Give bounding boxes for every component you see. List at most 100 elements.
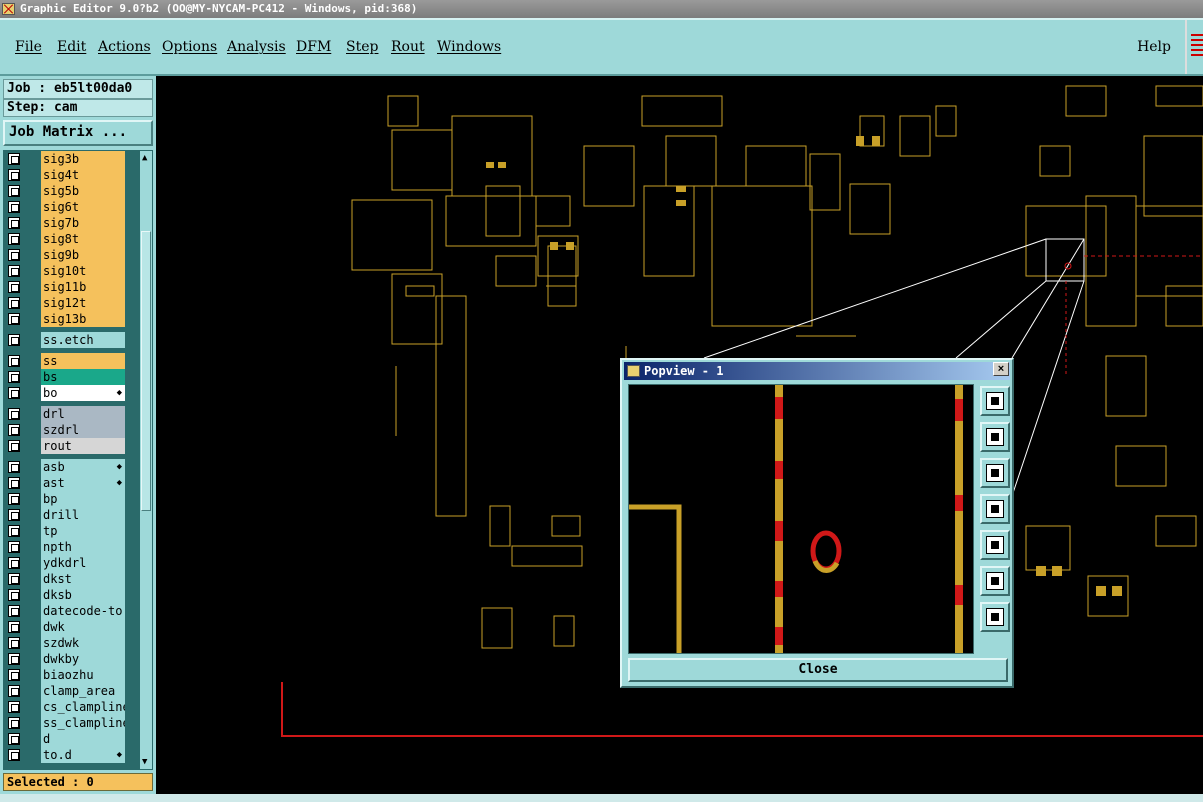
- layer-checkbox[interactable]: [8, 201, 20, 213]
- scroll-up-icon[interactable]: ▲: [142, 153, 147, 163]
- layer-checkbox[interactable]: [8, 424, 20, 436]
- layer-name[interactable]: bo ◆: [41, 385, 125, 401]
- menu-analysis[interactable]: Analysis: [227, 39, 286, 55]
- layer-checkbox[interactable]: [8, 621, 20, 633]
- layer-list-scrollbar[interactable]: ▲ ▼: [139, 150, 153, 770]
- menu-options[interactable]: Options: [162, 39, 217, 55]
- layer-name[interactable]: cs_clampline: [41, 699, 125, 715]
- layer-checkbox[interactable]: [8, 557, 20, 569]
- layer-row[interactable]: sig8t: [3, 231, 139, 247]
- popview-title-bar[interactable]: Popview - 1: [624, 362, 1010, 380]
- layer-row[interactable]: dwkby: [3, 651, 139, 667]
- layer-name[interactable]: clamp_area: [41, 683, 125, 699]
- layer-row[interactable]: sig12t: [3, 295, 139, 311]
- layer-row[interactable]: sig7b: [3, 215, 139, 231]
- layer-row[interactable]: to.d ◆: [3, 747, 139, 763]
- layer-checkbox[interactable]: [8, 281, 20, 293]
- menu-rout[interactable]: Rout: [391, 39, 425, 55]
- layer-row[interactable]: drill: [3, 507, 139, 523]
- layer-row[interactable]: sig10t: [3, 263, 139, 279]
- layer-name[interactable]: dkst: [41, 571, 125, 587]
- layer-checkbox[interactable]: [8, 387, 20, 399]
- menu-help[interactable]: Help: [1137, 39, 1171, 55]
- pan-left-button[interactable]: [980, 494, 1010, 524]
- layer-checkbox[interactable]: [8, 477, 20, 489]
- layer-row[interactable]: tp: [3, 523, 139, 539]
- layer-row[interactable]: d: [3, 731, 139, 747]
- layer-name[interactable]: sig9b: [41, 247, 125, 263]
- layer-row[interactable]: clamp_area: [3, 683, 139, 699]
- layer-list[interactable]: sig3b sig4t sig5b sig6t sig7b sig8t sig9b sig10…: [3, 150, 139, 770]
- layer-row[interactable]: dwk: [3, 619, 139, 635]
- layer-name[interactable]: sig13b: [41, 311, 125, 327]
- layer-checkbox[interactable]: [8, 313, 20, 325]
- layer-checkbox[interactable]: [8, 669, 20, 681]
- pan-down-button[interactable]: [980, 458, 1010, 488]
- menu-step[interactable]: Step: [346, 39, 378, 55]
- layer-checkbox[interactable]: [8, 334, 20, 346]
- layer-checkbox[interactable]: [8, 525, 20, 537]
- layer-checkbox[interactable]: [8, 685, 20, 697]
- layer-bars-icon[interactable]: [1191, 34, 1203, 56]
- layer-checkbox[interactable]: [8, 440, 20, 452]
- layer-name[interactable]: sig12t: [41, 295, 125, 311]
- layer-row[interactable]: sig4t: [3, 167, 139, 183]
- layer-row[interactable]: asb ◆: [3, 459, 139, 475]
- layer-row[interactable]: ydkdrl: [3, 555, 139, 571]
- layer-name[interactable]: sig11b: [41, 279, 125, 295]
- layer-checkbox[interactable]: [8, 573, 20, 585]
- layer-row[interactable]: sig3b: [3, 151, 139, 167]
- layer-checkbox[interactable]: [8, 249, 20, 261]
- layer-checkbox[interactable]: [8, 153, 20, 165]
- layer-row[interactable]: szdwk: [3, 635, 139, 651]
- menu-file[interactable]: File: [15, 39, 42, 55]
- layer-checkbox[interactable]: [8, 408, 20, 420]
- menu-edit[interactable]: Edit: [57, 39, 86, 55]
- layer-row[interactable]: ast ◆: [3, 475, 139, 491]
- layer-name[interactable]: ss.etch: [41, 332, 125, 348]
- layer-name[interactable]: sig5b: [41, 183, 125, 199]
- layer-row[interactable]: bo ◆: [3, 385, 139, 401]
- layer-checkbox[interactable]: [8, 217, 20, 229]
- layer-row[interactable]: ss: [3, 353, 139, 369]
- layer-checkbox[interactable]: [8, 701, 20, 713]
- layer-name[interactable]: datecode-to: [41, 603, 125, 619]
- menu-windows[interactable]: Windows: [437, 39, 501, 55]
- layer-name[interactable]: ast ◆: [41, 475, 125, 491]
- layer-checkbox[interactable]: [8, 541, 20, 553]
- layer-name[interactable]: szdwk: [41, 635, 125, 651]
- layer-checkbox[interactable]: [8, 233, 20, 245]
- layer-checkbox[interactable]: [8, 371, 20, 383]
- layer-checkbox[interactable]: [8, 637, 20, 649]
- layer-name[interactable]: biaozhu: [41, 667, 125, 683]
- layer-row[interactable]: sig6t: [3, 199, 139, 215]
- layer-checkbox[interactable]: [8, 185, 20, 197]
- scroll-down-icon[interactable]: ▼: [142, 757, 147, 767]
- layer-name[interactable]: to.d ◆: [41, 747, 125, 763]
- layer-name[interactable]: ss_clampline: [41, 715, 125, 731]
- layer-name[interactable]: szdrl: [41, 422, 125, 438]
- popview-close-button[interactable]: Close: [628, 658, 1008, 682]
- layer-checkbox[interactable]: [8, 509, 20, 521]
- zoom-out-button[interactable]: [980, 566, 1010, 596]
- layer-name[interactable]: npth: [41, 539, 125, 555]
- layer-row[interactable]: bp: [3, 491, 139, 507]
- layer-name[interactable]: ss: [41, 353, 125, 369]
- layer-row[interactable]: dkst: [3, 571, 139, 587]
- popview-close-x-button[interactable]: ×: [993, 362, 1009, 376]
- window-title-bar[interactable]: Graphic Editor 9.0?b2 (OO@MY-NYCAM-PC412…: [0, 0, 1203, 18]
- layer-name[interactable]: sig10t: [41, 263, 125, 279]
- job-matrix-button[interactable]: Job Matrix ...: [3, 120, 153, 146]
- layer-name[interactable]: dwk: [41, 619, 125, 635]
- layer-checkbox[interactable]: [8, 297, 20, 309]
- layer-row[interactable]: ss_clampline: [3, 715, 139, 731]
- layer-row[interactable]: sig13b: [3, 311, 139, 327]
- layer-row[interactable]: npth: [3, 539, 139, 555]
- layer-row[interactable]: szdrl: [3, 422, 139, 438]
- layer-checkbox[interactable]: [8, 605, 20, 617]
- layer-name[interactable]: bs: [41, 369, 125, 385]
- layer-checkbox[interactable]: [8, 461, 20, 473]
- layer-row[interactable]: drl: [3, 406, 139, 422]
- layer-checkbox[interactable]: [8, 355, 20, 367]
- layer-row[interactable]: cs_clampline: [3, 699, 139, 715]
